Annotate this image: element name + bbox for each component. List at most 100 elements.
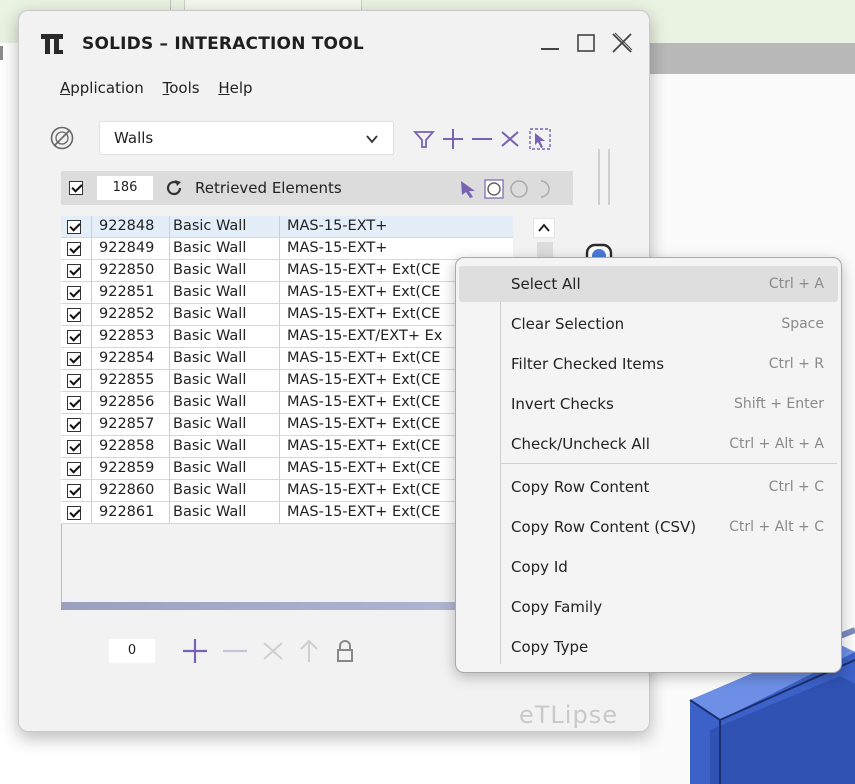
row-checkbox[interactable] — [67, 352, 81, 366]
footer-toolbar: 0 — [109, 631, 409, 675]
row-id: 922859 — [99, 460, 155, 476]
column-divider — [91, 414, 92, 435]
filter-icon[interactable] — [412, 127, 436, 151]
table-row[interactable]: 922850 Basic Wall MAS-15-EXT+ Ext(CE — [61, 260, 513, 282]
menu-application[interactable]: Application — [60, 79, 144, 97]
row-checkbox[interactable] — [67, 396, 81, 410]
lock-icon[interactable] — [331, 637, 359, 665]
table-row[interactable]: 922853 Basic Wall MAS-15-EXT/EXT+ Ex — [61, 326, 513, 348]
menu-item-label: Copy Id — [511, 558, 568, 576]
row-checkbox[interactable] — [67, 264, 81, 278]
row-checkbox[interactable] — [67, 506, 81, 520]
arrow-up-icon[interactable] — [295, 637, 323, 665]
clear-icon[interactable] — [498, 127, 522, 151]
column-divider — [169, 260, 170, 281]
row-family: Basic Wall — [173, 350, 247, 366]
context-menu-item[interactable]: Select All Ctrl + A — [459, 266, 838, 302]
hide-icon[interactable] — [510, 180, 528, 198]
row-checkbox[interactable] — [67, 374, 81, 388]
table-row[interactable]: 922851 Basic Wall MAS-15-EXT+ Ext(CE — [61, 282, 513, 304]
row-type: MAS-15-EXT+ Ext(CE — [287, 350, 441, 366]
menu-help[interactable]: Help — [218, 79, 252, 97]
row-id: 922858 — [99, 438, 155, 454]
menu-tools[interactable]: Tools — [163, 79, 200, 97]
pick-icon[interactable] — [461, 181, 475, 198]
table-row[interactable]: 922854 Basic Wall MAS-15-EXT+ Ext(CE — [61, 348, 513, 370]
minimize-icon[interactable] — [536, 29, 564, 57]
close-icon[interactable] — [608, 29, 636, 57]
list-header: 186 Retrieved Elements — [61, 171, 573, 205]
column-divider — [169, 216, 170, 237]
side-resize-handle[interactable] — [598, 149, 610, 205]
table-row[interactable]: 922849 Basic Wall MAS-15-EXT+ — [61, 238, 513, 260]
maximize-icon[interactable] — [572, 29, 600, 57]
retrieved-elements-label: Retrieved Elements — [195, 179, 342, 197]
table-row[interactable]: 922858 Basic Wall MAS-15-EXT+ Ext(CE — [61, 436, 513, 458]
row-checkbox[interactable] — [67, 308, 81, 322]
column-divider — [91, 436, 92, 457]
row-checkbox[interactable] — [67, 418, 81, 432]
add-icon[interactable] — [441, 127, 465, 151]
refresh-icon[interactable] — [165, 179, 183, 197]
isolate-icon[interactable] — [484, 179, 504, 199]
clear-filter-icon[interactable] — [49, 125, 75, 151]
column-divider — [279, 392, 280, 413]
context-menu-item[interactable]: Check/Uncheck All Ctrl + Alt + A — [459, 426, 838, 462]
table-row[interactable]: 922852 Basic Wall MAS-15-EXT+ Ext(CE — [61, 304, 513, 326]
row-family: Basic Wall — [173, 328, 247, 344]
row-family: Basic Wall — [173, 460, 247, 476]
select-in-model-icon[interactable] — [528, 127, 552, 151]
scroll-up-button[interactable] — [533, 218, 555, 238]
context-menu-item[interactable]: Copy Id — [459, 549, 838, 585]
column-divider — [279, 348, 280, 369]
column-divider — [279, 260, 280, 281]
row-checkbox[interactable] — [67, 484, 81, 498]
row-checkbox[interactable] — [67, 220, 81, 234]
row-checkbox[interactable] — [67, 462, 81, 476]
context-menu-item[interactable]: Invert Checks Shift + Enter — [459, 386, 838, 422]
row-id: 922850 — [99, 262, 155, 278]
remove-icon[interactable] — [470, 127, 494, 151]
column-divider — [279, 238, 280, 259]
table-row[interactable]: 922859 Basic Wall MAS-15-EXT+ Ext(CE — [61, 458, 513, 480]
row-checkbox[interactable] — [67, 440, 81, 454]
brand-watermark: eTLipse — [519, 701, 618, 729]
header-tool-icons — [461, 179, 550, 199]
column-divider — [169, 458, 170, 479]
context-menu-item[interactable]: Clear Selection Space — [459, 306, 838, 342]
column-divider — [279, 326, 280, 347]
menu-item-shortcut: Shift + Enter — [733, 396, 824, 412]
table-row[interactable]: 922857 Basic Wall MAS-15-EXT+ Ext(CE — [61, 414, 513, 436]
remove-icon[interactable] — [221, 637, 249, 665]
category-combobox[interactable]: Walls — [99, 121, 394, 155]
table-row[interactable]: 922856 Basic Wall MAS-15-EXT+ Ext(CE — [61, 392, 513, 414]
row-type: MAS-15-EXT+ Ext(CE — [287, 284, 441, 300]
context-menu: Select All Ctrl + A Clear Selection Space Fi… — [455, 257, 842, 673]
chevron-down-icon[interactable] — [365, 133, 379, 145]
context-menu-item[interactable]: Filter Checked Items Ctrl + R — [459, 346, 838, 382]
delete-icon[interactable] — [259, 637, 287, 665]
column-divider — [279, 458, 280, 479]
row-checkbox[interactable] — [67, 286, 81, 300]
row-family: Basic Wall — [173, 240, 247, 256]
add-icon[interactable] — [181, 637, 209, 665]
table-row[interactable]: 922860 Basic Wall MAS-15-EXT+ Ext(CE — [61, 480, 513, 502]
check-all-checkbox[interactable] — [69, 181, 83, 195]
row-type: MAS-15-EXT+ Ext(CE — [287, 504, 441, 520]
row-checkbox[interactable] — [67, 330, 81, 344]
context-menu-item[interactable]: Copy Row Content Ctrl + C — [459, 469, 838, 505]
table-row[interactable]: 922861 Basic Wall MAS-15-EXT+ Ext(CE — [61, 502, 513, 524]
title-bar[interactable]: SOLIDS – INTERACTION TOOL — [19, 11, 649, 69]
table-row[interactable]: 922855 Basic Wall MAS-15-EXT+ Ext(CE — [61, 370, 513, 392]
context-menu-item[interactable]: Copy Row Content (CSV) Ctrl + Alt + C — [459, 509, 838, 545]
unhide-icon[interactable] — [532, 180, 550, 198]
context-menu-item[interactable]: Copy Type — [459, 629, 838, 665]
row-checkbox[interactable] — [67, 242, 81, 256]
column-divider — [91, 260, 92, 281]
context-menu-item[interactable]: Copy Family — [459, 589, 838, 625]
category-value: Walls — [114, 129, 154, 147]
row-family: Basic Wall — [173, 504, 247, 520]
table-row[interactable]: 922848 Basic Wall MAS-15-EXT+ — [61, 216, 513, 238]
row-type: MAS-15-EXT+ Ext(CE — [287, 482, 441, 498]
row-type: MAS-15-EXT+ Ext(CE — [287, 438, 441, 454]
